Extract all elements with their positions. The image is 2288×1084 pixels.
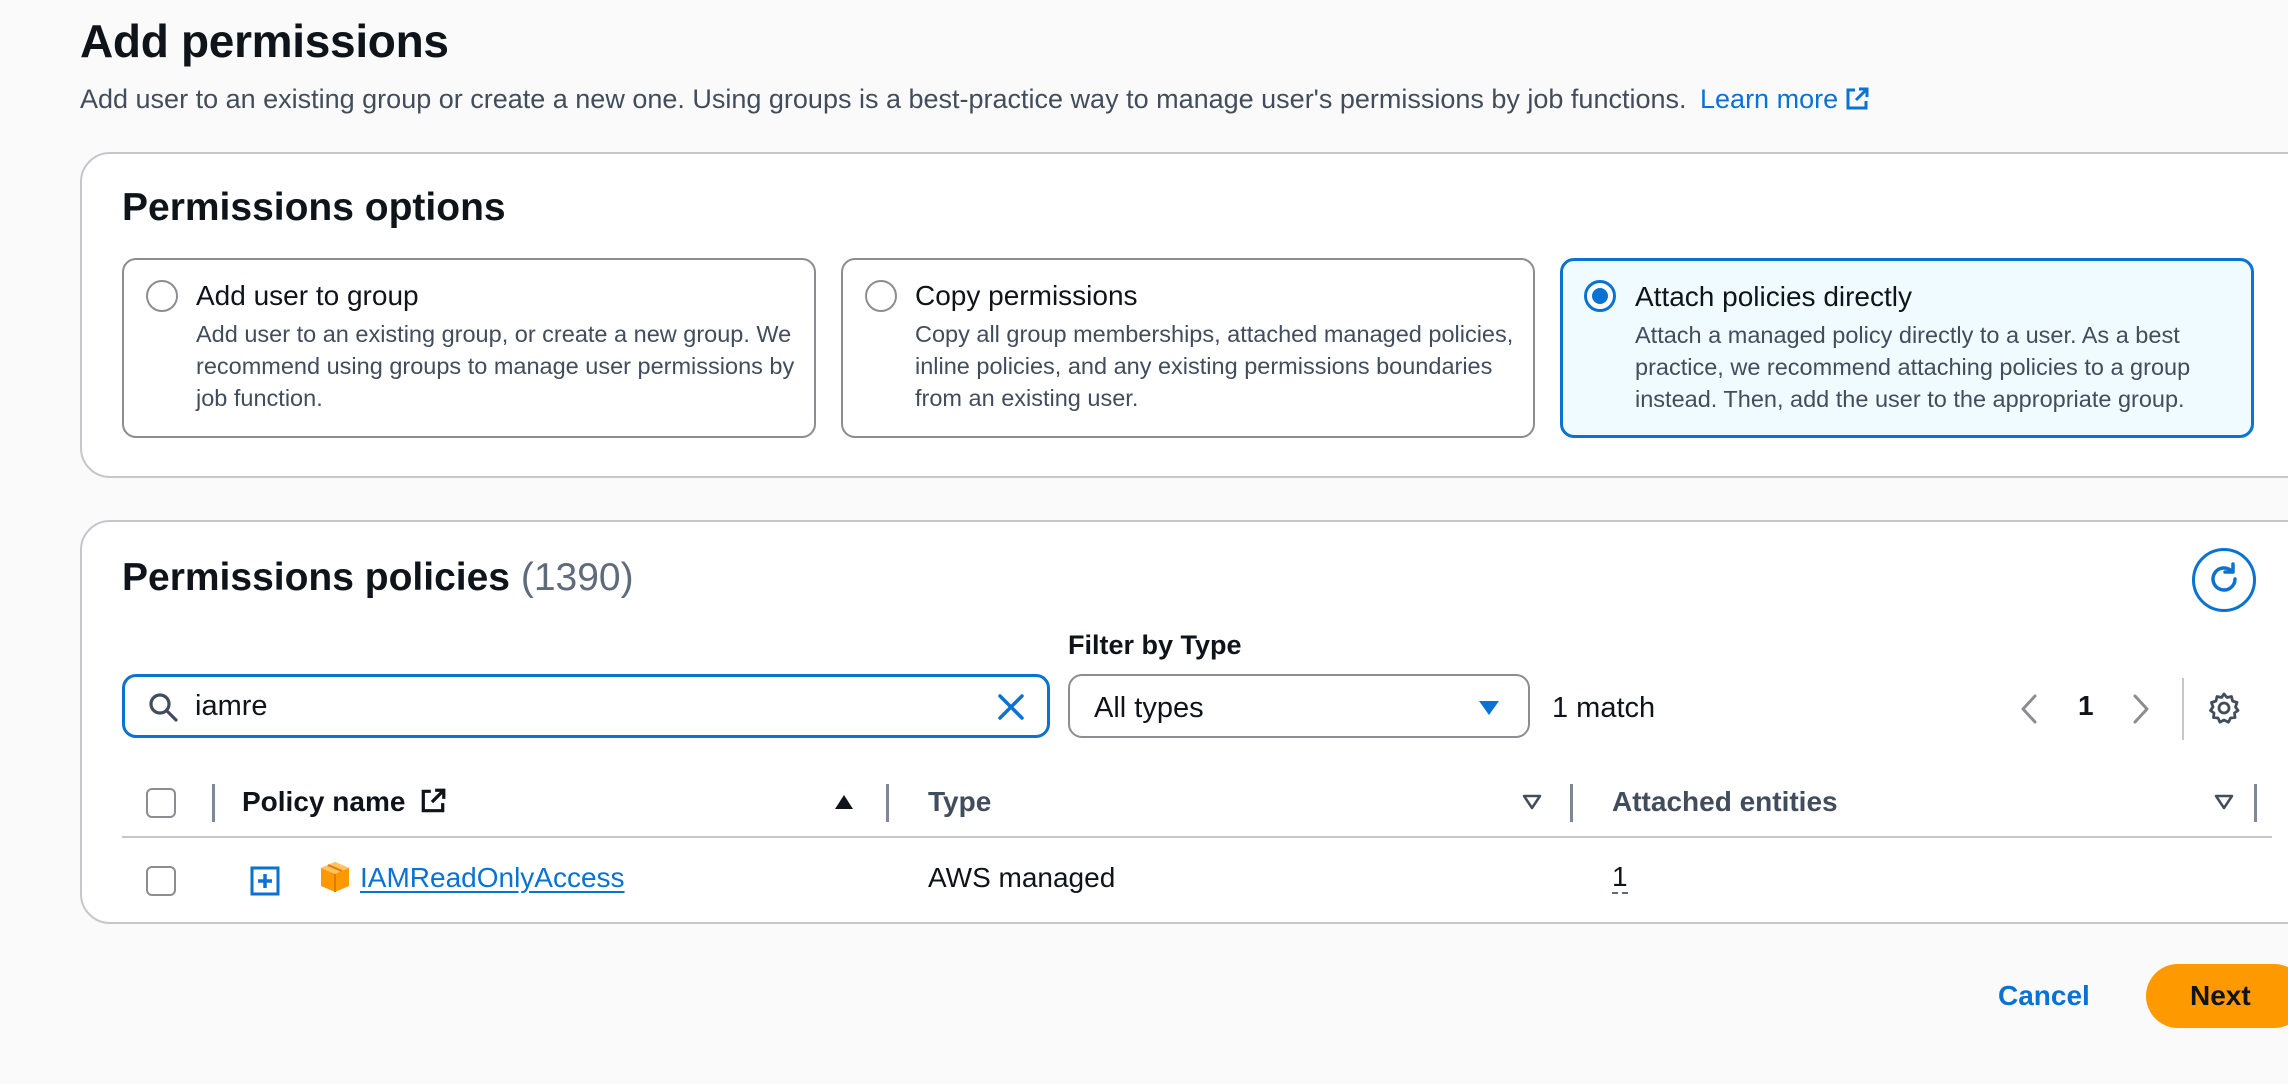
policies-title-text: Permissions policies	[122, 556, 511, 599]
sort-ascending-icon[interactable]	[834, 794, 854, 815]
settings-gear-icon[interactable]	[2206, 690, 2242, 731]
refresh-icon	[2206, 561, 2242, 600]
external-link-icon	[419, 787, 447, 822]
search-field[interactable]	[122, 674, 1050, 738]
column-header-type[interactable]: Type	[928, 786, 991, 818]
page-description: Add user to an existing group or create …	[80, 84, 1870, 119]
radio-copy-permissions[interactable]	[865, 280, 897, 312]
column-divider	[1570, 784, 1573, 822]
policy-name-link[interactable]: IAMReadOnlyAccess	[360, 862, 625, 894]
type-filter-select[interactable]: All types	[1068, 674, 1530, 738]
option-title: Add user to group	[196, 280, 419, 311]
policies-count: (1390)	[520, 556, 634, 599]
refresh-button[interactable]	[2192, 548, 2256, 612]
policies-table-header: Policy name Type Attached entities	[122, 766, 2272, 838]
column-divider	[2254, 784, 2257, 822]
page-title: Add permissions	[80, 15, 449, 67]
option-description: Attach a managed policy directly to a us…	[1635, 322, 2191, 412]
permissions-options-container: Permissions options Add user to group Ad…	[80, 152, 2288, 478]
aws-managed-package-icon	[318, 860, 352, 899]
option-title: Copy permissions	[915, 280, 1138, 311]
column-policy-name-label: Policy name	[242, 786, 406, 817]
row-checkbox[interactable]	[146, 866, 176, 896]
next-button[interactable]: Next	[2146, 964, 2288, 1028]
type-filter-value: All types	[1094, 692, 1204, 724]
attached-entities-count[interactable]: 1	[1612, 862, 1628, 894]
policy-type-cell: AWS managed	[928, 862, 1116, 893]
option-copy-permissions[interactable]: Copy permissions Copy all group membersh…	[841, 258, 1535, 438]
previous-page-icon[interactable]	[2020, 694, 2038, 729]
option-description: Add user to an existing group, or create…	[196, 321, 795, 411]
expand-row-icon[interactable]	[250, 866, 280, 901]
column-header-policy-name[interactable]: Policy name	[242, 786, 447, 822]
option-add-user-to-group[interactable]: Add user to group Add user to an existin…	[122, 258, 816, 438]
clear-search-icon[interactable]	[995, 691, 1027, 728]
option-attach-policies-directly[interactable]: Attach policies directly Attach a manage…	[1560, 258, 2254, 438]
permissions-policies-title: Permissions policies (1390)	[122, 556, 634, 600]
select-all-checkbox[interactable]	[146, 788, 176, 818]
permissions-policies-container: Permissions policies (1390) Filter by Ty…	[80, 520, 2288, 924]
pager-divider	[2182, 678, 2184, 740]
permissions-options-title: Permissions options	[122, 186, 506, 229]
next-page-icon[interactable]	[2132, 694, 2150, 729]
radio-add-user-to-group[interactable]	[146, 280, 178, 312]
learn-more-label: Learn more	[1700, 84, 1839, 114]
learn-more-link[interactable]: Learn more	[1700, 84, 1870, 114]
search-input[interactable]	[195, 687, 955, 725]
external-link-icon	[1844, 86, 1870, 119]
search-icon	[147, 691, 179, 728]
option-description: Copy all group memberships, attached man…	[915, 321, 1514, 411]
caret-down-icon	[1478, 700, 1500, 721]
page-number[interactable]: 1	[2078, 690, 2094, 722]
column-header-attached-entities[interactable]: Attached entities	[1612, 786, 1838, 818]
sort-unsorted-icon[interactable]	[1522, 794, 1542, 815]
page-description-text: Add user to an existing group or create …	[80, 84, 1687, 114]
option-title: Attach policies directly	[1635, 281, 1913, 312]
cancel-button[interactable]: Cancel	[1998, 980, 2090, 1012]
radio-attach-policies-directly[interactable]	[1584, 280, 1616, 312]
column-divider	[212, 784, 215, 822]
column-divider	[886, 784, 889, 822]
match-count: 1 match	[1552, 692, 1656, 724]
filter-by-type-label: Filter by Type	[1068, 630, 1242, 660]
add-permissions-page: Add permissions Add user to an existing …	[0, 0, 2288, 1084]
table-row: IAMReadOnlyAccess AWS managed 1	[122, 840, 2272, 920]
sort-unsorted-icon[interactable]	[2214, 794, 2234, 815]
